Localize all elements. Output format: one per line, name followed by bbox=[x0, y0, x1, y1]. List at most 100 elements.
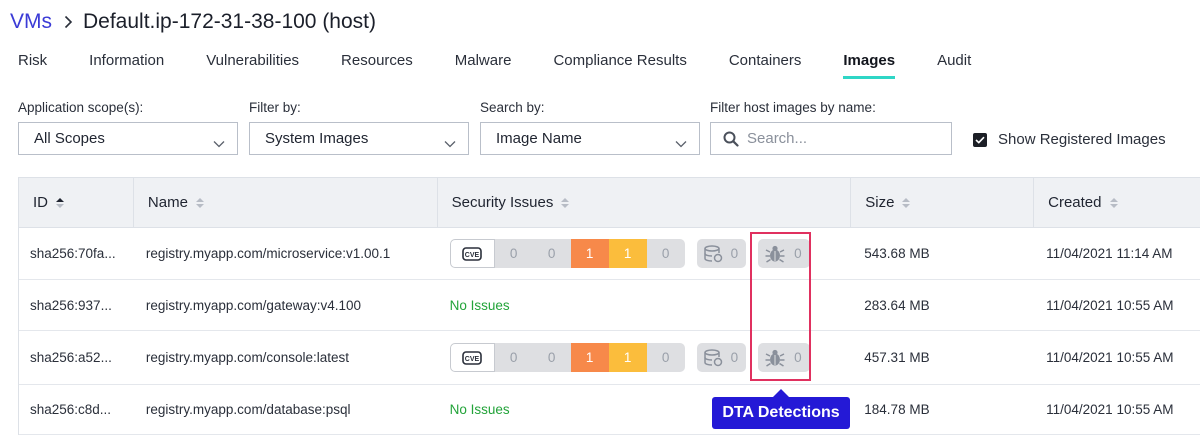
tab-resources[interactable]: Resources bbox=[341, 52, 413, 78]
database-issues[interactable]: 0 bbox=[696, 239, 747, 268]
search-box[interactable] bbox=[710, 122, 952, 155]
sort-asc-icon bbox=[55, 197, 65, 209]
security-issues: CVE 0 0 1 1 0 0 0 bbox=[438, 228, 852, 279]
chevron-right-icon bbox=[64, 15, 73, 29]
sort-icon bbox=[195, 197, 205, 209]
tab-audit[interactable]: Audit bbox=[937, 52, 971, 78]
search-icon bbox=[723, 131, 739, 147]
image-id: sha256:c8d... bbox=[30, 402, 112, 417]
scope-select[interactable]: All Scopes bbox=[18, 122, 238, 155]
search-input[interactable] bbox=[747, 130, 937, 147]
show-registered-checkbox[interactable] bbox=[973, 132, 987, 147]
cve-critical-count: 0 bbox=[509, 350, 518, 365]
filter-by-value: System Images bbox=[265, 130, 369, 147]
chevron-down-icon bbox=[444, 135, 456, 152]
name-filter-label: Filter host images by name: bbox=[710, 100, 876, 115]
page-title: Default.ip-172-31-38-100 (host) bbox=[83, 10, 376, 33]
dta-detections-callout: DTA Detections bbox=[712, 389, 850, 429]
scope-filter-label: Application scope(s): bbox=[18, 100, 144, 115]
database-count: 0 bbox=[730, 246, 739, 261]
tab-risk[interactable]: Risk bbox=[18, 52, 47, 78]
svg-text:CVE: CVE bbox=[465, 356, 480, 363]
table-header: ID Name Security Issues Size Created bbox=[19, 178, 1200, 228]
cve-medium-count: 1 bbox=[608, 239, 647, 268]
database-icon bbox=[703, 348, 723, 367]
chevron-down-icon bbox=[213, 135, 225, 152]
breadcrumb-vms-link[interactable]: VMs bbox=[10, 10, 52, 34]
image-created: 11/04/2021 11:14 AM bbox=[1046, 246, 1173, 261]
no-issues-label: No Issues bbox=[449, 402, 510, 417]
image-name: registry.myapp.com/gateway:v4.100 bbox=[145, 297, 362, 313]
column-created[interactable]: Created bbox=[1034, 178, 1200, 227]
column-security-label: Security Issues bbox=[451, 194, 554, 211]
filter-by: Filter by: System Images bbox=[249, 100, 469, 155]
image-created: 11/04/2021 10:55 AM bbox=[1046, 297, 1174, 313]
column-id[interactable]: ID bbox=[19, 178, 134, 227]
cve-count: 0 bbox=[547, 350, 556, 365]
search-by-select[interactable]: Image Name bbox=[480, 122, 700, 155]
image-created: 11/04/2021 10:55 AM bbox=[1046, 402, 1174, 417]
tab-vulnerabilities[interactable]: Vulnerabilities bbox=[206, 52, 299, 78]
column-id-label: ID bbox=[33, 194, 48, 211]
name-filter: Filter host images by name: bbox=[710, 100, 952, 155]
image-size: 543.68 MB bbox=[864, 246, 930, 261]
table-row[interactable]: sha256:c8d... registry.myapp.com/databas… bbox=[19, 385, 1200, 435]
bug-icon bbox=[764, 348, 786, 368]
dta-detections[interactable]: 0 bbox=[758, 239, 810, 268]
image-name: registry.myapp.com/microservice:v1.00.1 bbox=[145, 246, 391, 261]
cve-counts[interactable]: CVE 0 0 1 1 0 bbox=[449, 239, 685, 268]
cve-high-count: 1 bbox=[570, 343, 609, 372]
tab-containers[interactable]: Containers bbox=[729, 52, 802, 78]
show-registered-label: Show Registered Images bbox=[998, 131, 1166, 148]
column-size[interactable]: Size bbox=[851, 178, 1035, 227]
image-name: registry.myapp.com/console:latest bbox=[145, 350, 349, 365]
tab-information[interactable]: Information bbox=[89, 52, 164, 78]
image-name: registry.myapp.com/database:psql bbox=[145, 402, 351, 417]
cve-icon: CVE bbox=[449, 239, 495, 268]
bug-icon bbox=[764, 244, 786, 264]
image-created: 11/04/2021 10:55 AM bbox=[1046, 350, 1174, 365]
sort-icon bbox=[901, 197, 911, 209]
column-name[interactable]: Name bbox=[134, 178, 438, 227]
table-row[interactable]: sha256:a52... registry.myapp.com/console… bbox=[19, 331, 1200, 385]
table-row[interactable]: sha256:70fa... registry.myapp.com/micros… bbox=[19, 228, 1200, 280]
tab-images[interactable]: Images bbox=[843, 52, 895, 79]
security-issues: CVE 0 0 1 1 0 0 0 bbox=[438, 331, 852, 384]
filter-by-label: Filter by: bbox=[249, 100, 301, 115]
tab-malware[interactable]: Malware bbox=[455, 52, 512, 78]
column-name-label: Name bbox=[147, 194, 188, 211]
show-registered-toggle[interactable]: Show Registered Images bbox=[973, 131, 1166, 148]
database-issues[interactable]: 0 bbox=[696, 343, 747, 372]
cve-low-count: 0 bbox=[661, 246, 670, 261]
cve-counts[interactable]: CVE 0 0 1 1 0 bbox=[449, 343, 685, 372]
image-id: sha256:a52... bbox=[30, 350, 112, 365]
no-issues-label: No Issues bbox=[449, 297, 510, 313]
cve-low-count: 0 bbox=[661, 350, 670, 365]
table-row[interactable]: sha256:937... registry.myapp.com/gateway… bbox=[19, 280, 1200, 331]
sort-icon bbox=[560, 197, 570, 209]
dta-count: 0 bbox=[794, 350, 802, 365]
image-size: 457.31 MB bbox=[864, 350, 930, 365]
dta-detections[interactable]: 0 bbox=[758, 343, 810, 372]
cve-high-count: 1 bbox=[570, 239, 609, 268]
cve-count: 0 bbox=[547, 246, 556, 261]
sort-icon bbox=[1109, 197, 1119, 209]
tab-bar: Risk Information Vulnerabilities Resourc… bbox=[18, 52, 1013, 80]
tab-compliance-results[interactable]: Compliance Results bbox=[553, 52, 686, 78]
column-size-label: Size bbox=[865, 194, 895, 211]
database-count: 0 bbox=[730, 350, 739, 365]
column-created-label: Created bbox=[1048, 194, 1102, 211]
security-issues: No Issues bbox=[438, 280, 852, 330]
image-id: sha256:937... bbox=[30, 297, 112, 313]
column-security-issues[interactable]: Security Issues bbox=[438, 178, 852, 227]
cve-critical-count: 0 bbox=[509, 246, 518, 261]
image-size: 184.78 MB bbox=[864, 402, 930, 417]
filter-by-select[interactable]: System Images bbox=[249, 122, 469, 155]
svg-text:CVE: CVE bbox=[465, 252, 480, 259]
breadcrumb: VMs Default.ip-172-31-38-100 (host) bbox=[10, 8, 376, 36]
search-by: Search by: Image Name bbox=[480, 100, 700, 155]
scope-filter: Application scope(s): All Scopes bbox=[18, 100, 238, 155]
image-size: 283.64 MB bbox=[864, 297, 930, 313]
images-table: ID Name Security Issues Size Created sha… bbox=[18, 177, 1200, 435]
database-icon bbox=[703, 244, 723, 263]
